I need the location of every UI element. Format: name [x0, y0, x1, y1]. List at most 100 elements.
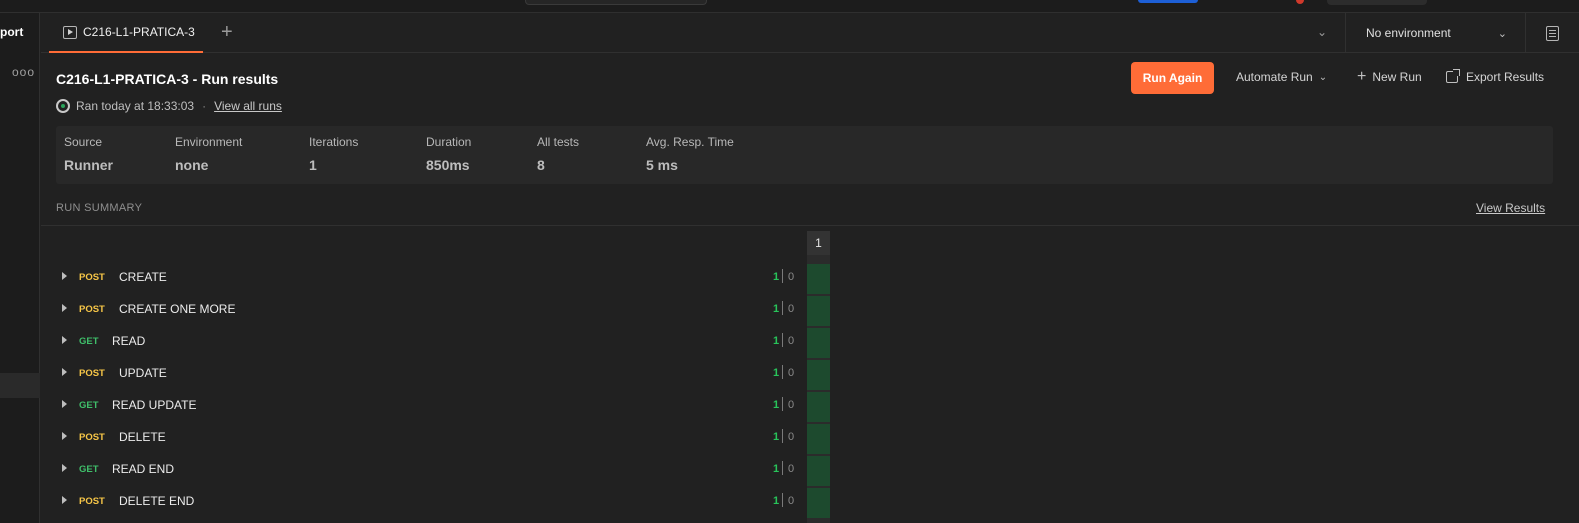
request-row[interactable]: POST CREATE ONE MORE 1 0 [41, 295, 841, 327]
runner-icon [56, 99, 70, 113]
expand-caret-icon[interactable] [62, 368, 67, 376]
request-list: POST CREATE 1 0 POST CREATE ONE MORE 1 0… [41, 263, 841, 519]
environment-label: No environment [1366, 26, 1451, 40]
stat-label: Avg. Resp. Time [646, 135, 734, 149]
failed-count: 0 [788, 335, 795, 347]
environment-quick-look-button[interactable] [1525, 13, 1579, 53]
stat-value: Runner [64, 157, 113, 173]
iteration-result-cell[interactable] [807, 264, 830, 294]
stat-label: Duration [426, 135, 472, 149]
stat-label: All tests [537, 135, 580, 149]
request-row[interactable]: GET READ 1 0 [41, 327, 841, 359]
ran-timestamp: Ran today at 18:33:03 [76, 99, 195, 113]
run-info: Ran today at 18:33:03 · View all runs [56, 99, 282, 113]
request-row[interactable]: POST CREATE 1 0 [41, 263, 841, 295]
passed-count: 1 [773, 335, 780, 347]
iteration-result-cell[interactable] [807, 488, 830, 518]
request-row[interactable]: POST DELETE 1 0 [41, 423, 841, 455]
iteration-result-cell[interactable] [807, 424, 830, 454]
chevron-down-icon: ⌄ [1497, 27, 1507, 40]
top-toolbar [0, 0, 1579, 13]
method-badge: POST [79, 304, 105, 315]
passed-count: 1 [773, 431, 780, 443]
notification-badge[interactable] [1296, 0, 1304, 4]
import-button[interactable]: port [0, 25, 23, 39]
upgrade-button[interactable] [1138, 0, 1198, 3]
expand-caret-icon[interactable] [62, 464, 67, 472]
count-separator [782, 493, 783, 507]
page-title: C216-L1-PRATICA-3 - Run results [56, 71, 279, 87]
automate-run-label: Automate Run [1236, 70, 1313, 84]
iteration-result-cell[interactable] [807, 296, 830, 326]
method-badge: GET [79, 400, 99, 411]
iteration-result-cell[interactable] [807, 360, 830, 390]
stat-duration: Duration 850ms [426, 135, 471, 173]
failed-count: 0 [788, 303, 795, 315]
export-results-button[interactable]: Export Results [1446, 69, 1545, 84]
expand-caret-icon[interactable] [62, 304, 67, 312]
expand-caret-icon[interactable] [62, 496, 67, 504]
runner-play-icon [63, 25, 77, 39]
account-button[interactable] [1327, 0, 1427, 5]
run-stats-panel: Source Runner Environment none Iteration… [56, 126, 1553, 184]
method-badge: POST [79, 496, 105, 507]
environment-selector[interactable]: No environment ⌄ [1345, 13, 1525, 53]
run-summary-heading: RUN SUMMARY [56, 202, 143, 214]
stat-environment: Environment none [175, 135, 242, 173]
stat-avg-resp-time: Avg. Resp. Time 5 ms [646, 135, 734, 173]
request-row[interactable]: POST DELETE END 1 0 [41, 487, 841, 519]
method-badge: POST [79, 272, 105, 283]
iteration-result-cell[interactable] [807, 392, 830, 422]
plus-icon: + [1357, 68, 1367, 85]
passed-count: 1 [773, 399, 780, 411]
stat-value: 8 [537, 157, 545, 173]
passed-count: 1 [773, 495, 780, 507]
count-separator [782, 301, 783, 315]
stat-all-tests: All tests 8 [537, 135, 579, 173]
more-options-icon[interactable]: ooo [12, 65, 35, 79]
tab-bar: C216-L1-PRATICA-3 + ⌄ No environment ⌄ [41, 13, 1579, 53]
search-bar[interactable] [525, 0, 707, 5]
request-row[interactable]: GET READ END 1 0 [41, 455, 841, 487]
stat-value: 1 [309, 157, 317, 173]
failed-count: 0 [788, 463, 795, 475]
expand-caret-icon[interactable] [62, 400, 67, 408]
count-separator [782, 397, 783, 411]
stat-label: Environment [175, 135, 243, 149]
export-results-label: Export Results [1466, 70, 1545, 84]
method-badge: POST [79, 432, 105, 443]
iteration-header[interactable]: 1 [807, 231, 830, 255]
chevron-down-icon: ⌄ [1318, 71, 1328, 83]
iteration-result-cell[interactable] [807, 328, 830, 358]
iteration-result-cell[interactable] [807, 456, 830, 486]
run-again-button[interactable]: Run Again [1131, 62, 1214, 94]
failed-count: 0 [788, 367, 795, 379]
count-separator [782, 461, 783, 475]
stat-iterations: Iterations 1 [309, 135, 358, 173]
sidebar-selected-item[interactable] [0, 373, 40, 398]
expand-caret-icon[interactable] [62, 336, 67, 344]
view-all-runs-link[interactable]: View all runs [214, 99, 282, 113]
tab-runner[interactable]: C216-L1-PRATICA-3 [49, 13, 203, 53]
expand-caret-icon[interactable] [62, 432, 67, 440]
add-tab-button[interactable]: + [221, 22, 233, 42]
failed-count: 0 [788, 271, 795, 283]
failed-count: 0 [788, 495, 795, 507]
count-separator [782, 333, 783, 347]
tab-label: C216-L1-PRATICA-3 [83, 25, 195, 39]
separator-dot: · [202, 99, 207, 113]
app-root: port ooo C216-L1-PRATICA-3 + ⌄ No enviro… [0, 0, 1579, 523]
new-run-button[interactable]: + New Run [1357, 68, 1422, 85]
stat-label: Iterations [309, 135, 359, 149]
method-badge: GET [79, 464, 99, 475]
tabs-dropdown-icon[interactable]: ⌄ [1317, 25, 1327, 39]
passed-count: 1 [773, 463, 780, 475]
automate-run-button[interactable]: Automate Run ⌄ [1236, 70, 1327, 84]
count-separator [782, 269, 783, 283]
expand-caret-icon[interactable] [62, 272, 67, 280]
export-icon [1446, 69, 1460, 83]
stat-value: 850ms [426, 157, 470, 173]
request-row[interactable]: POST UPDATE 1 0 [41, 359, 841, 391]
view-results-link[interactable]: View Results [1476, 201, 1545, 215]
request-row[interactable]: GET READ UPDATE 1 0 [41, 391, 841, 423]
